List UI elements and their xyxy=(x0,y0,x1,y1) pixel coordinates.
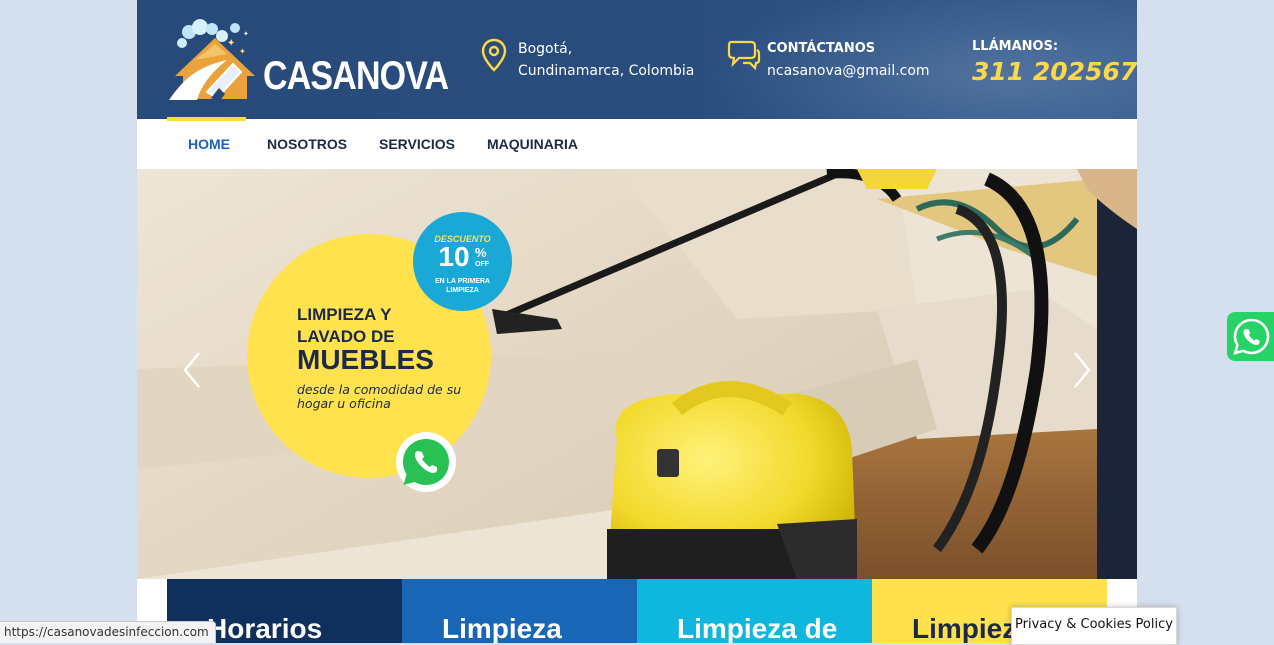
service-cards: Horarios Limpieza Limpieza de Limpiez xyxy=(167,579,1107,643)
promo-heading: LIMPIEZA Y LAVADO DE xyxy=(297,305,395,346)
nav-item-label: NOSOTROS xyxy=(267,136,348,152)
nav-item-servicios[interactable]: SERVICIOS xyxy=(379,119,455,169)
nav-item-label: MAQUINARIA xyxy=(487,136,578,152)
logo-wordmark: CASANOVA xyxy=(263,54,449,98)
nav-active-indicator xyxy=(167,117,246,121)
card-title: Limpiez xyxy=(912,613,1017,643)
nav-item-home[interactable]: HOME xyxy=(167,117,246,169)
hero-slider: DESCUENTO 10 % OFF EN LA PRIMERA LIMPIEZ… xyxy=(137,169,1137,579)
discount-percent: % xyxy=(475,245,487,260)
promo-subtitle: desde la comodidad de su hogar u oficina xyxy=(297,382,462,411)
location-city: Bogotá, xyxy=(518,41,573,57)
chat-bubbles-icon xyxy=(727,40,761,70)
svg-text:✦: ✦ xyxy=(239,47,246,56)
logo-house-icon: ✦ ✦ ✦ xyxy=(169,19,255,102)
card-title: Limpieza xyxy=(442,613,562,643)
card-title: Horarios xyxy=(207,613,323,643)
chevron-right-icon[interactable] xyxy=(1071,351,1093,389)
discount-note: EN LA PRIMERA LIMPIEZA xyxy=(435,278,490,294)
card-limpieza[interactable]: Limpieza xyxy=(402,579,637,643)
discount-badge: DESCUENTO 10 % OFF EN LA PRIMERA LIMPIEZ… xyxy=(413,212,512,311)
nav-item-maquinaria[interactable]: MAQUINARIA xyxy=(487,119,578,169)
contact-label: CONTÁCTANOS xyxy=(767,41,876,56)
promo-title: MUEBLES xyxy=(297,344,434,375)
logo[interactable]: ✦ ✦ ✦ CASANOVA xyxy=(167,14,449,104)
card-limpieza-de[interactable]: Limpieza de xyxy=(637,579,872,643)
location-region: Cundinamarca, Colombia xyxy=(518,63,695,79)
chevron-left-icon[interactable] xyxy=(181,351,203,389)
nav-item-nosotros[interactable]: NOSOTROS xyxy=(267,119,347,169)
svg-text:✦: ✦ xyxy=(227,38,235,49)
whatsapp-float-button[interactable] xyxy=(1227,312,1274,361)
site-header: ✦ ✦ ✦ CASANOVA Bogotá, Cundinamarca, Col… xyxy=(137,0,1137,119)
card-title: Limpieza de xyxy=(677,613,838,643)
whatsapp-icon[interactable] xyxy=(395,431,457,493)
call-phone[interactable]: 311 2025670 xyxy=(972,59,1137,84)
contact-email[interactable]: ncasanova@gmail.com xyxy=(767,60,987,82)
svg-text:✦: ✦ xyxy=(243,30,249,38)
page: ✦ ✦ ✦ CASANOVA Bogotá, Cundinamarca, Col… xyxy=(137,0,1137,643)
call-info: LLÁMANOS: 311 2025670 xyxy=(972,36,1137,84)
whatsapp-icon xyxy=(1233,318,1270,355)
main-nav: HOME NOSOTROS SERVICIOS MAQUINARIA xyxy=(137,117,1137,169)
privacy-cookies-button[interactable]: Privacy & Cookies Policy xyxy=(1011,607,1177,645)
discount-off: OFF xyxy=(475,261,489,268)
status-bar-url: https://casanovadesinfeccion.com xyxy=(0,621,216,643)
nav-item-label: HOME xyxy=(188,136,230,152)
call-label: LLÁMANOS: xyxy=(972,39,1059,54)
nav-item-label: SERVICIOS xyxy=(379,136,455,152)
map-pin-icon xyxy=(481,38,507,72)
